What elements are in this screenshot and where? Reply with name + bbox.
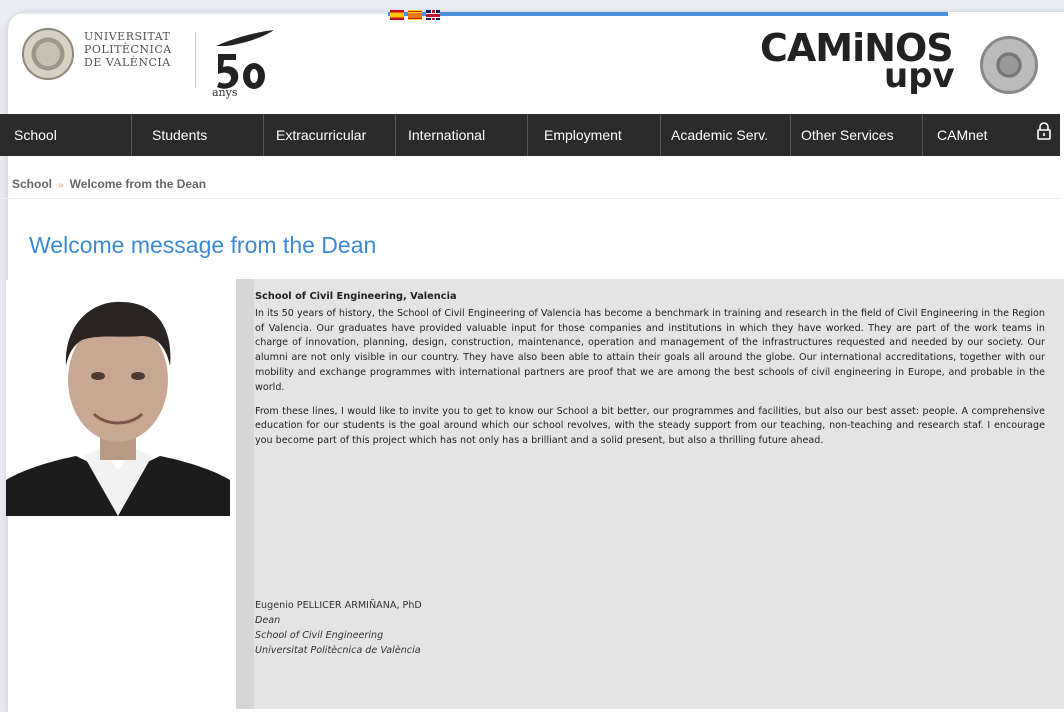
upv-name-line: UNIVERSITAT bbox=[84, 30, 171, 43]
message-body: School of Civil Engineering, Valencia In… bbox=[255, 290, 1045, 458]
nav-item-other-services[interactable]: Other Services bbox=[791, 114, 923, 156]
flag-valencia-icon[interactable] bbox=[408, 10, 422, 20]
flag-spain-icon[interactable] bbox=[390, 10, 404, 20]
upv-name: UNIVERSITAT POLITÈCNICA DE VALÈNCIA bbox=[84, 30, 204, 69]
anniversary-label: anys bbox=[212, 86, 238, 99]
signature-university: Universitat Politècnica de València bbox=[255, 645, 421, 656]
breadcrumb-separator: » bbox=[58, 180, 64, 191]
flag-uk-icon[interactable] bbox=[426, 10, 440, 20]
main-nav: School Students Extracurricular Internat… bbox=[0, 114, 1060, 156]
nav-item-international[interactable]: International bbox=[396, 114, 528, 156]
top-accent-bar bbox=[388, 12, 948, 16]
header-divider bbox=[195, 32, 196, 88]
caminos-upv-text: upv bbox=[884, 56, 955, 96]
breadcrumb-divider bbox=[0, 198, 1060, 199]
message-paragraph: In its 50 years of history, the School o… bbox=[255, 307, 1045, 393]
top-border bbox=[8, 12, 388, 14]
signature-name: Eugenio PELLICER ARMIÑANA, PhD bbox=[255, 600, 422, 611]
caminos-crest-icon bbox=[980, 36, 1038, 94]
upv-name-line: POLITÈCNICA bbox=[84, 43, 172, 56]
dean-photo bbox=[6, 280, 230, 516]
signature-role: Dean bbox=[255, 615, 281, 626]
upv-name-line: DE VALÈNCIA bbox=[84, 56, 171, 69]
breadcrumb: School » Welcome from the Dean bbox=[12, 177, 206, 191]
page-title: Welcome message from the Dean bbox=[29, 232, 377, 258]
signature-block: Eugenio PELLICER ARMIÑANA, PhD Dean Scho… bbox=[255, 598, 422, 658]
nav-item-employment[interactable]: Employment bbox=[528, 114, 661, 156]
nav-item-extracurricular[interactable]: Extracurricular bbox=[264, 114, 396, 156]
lock-icon[interactable] bbox=[1037, 122, 1051, 140]
breadcrumb-link-school[interactable]: School bbox=[12, 177, 52, 191]
message-paragraph: From these lines, I would like to invite… bbox=[255, 405, 1045, 447]
upv-seal-icon bbox=[22, 28, 74, 80]
message-heading: School of Civil Engineering, Valencia bbox=[255, 291, 457, 302]
nav-item-academic-services[interactable]: Academic Serv. bbox=[661, 114, 791, 156]
nav-item-camnet[interactable]: CAMnet bbox=[923, 114, 1023, 156]
nav-item-school[interactable]: School bbox=[0, 114, 132, 156]
language-selector bbox=[390, 10, 440, 20]
nav-item-students[interactable]: Students bbox=[132, 114, 264, 156]
signature-school: School of Civil Engineering bbox=[255, 630, 384, 641]
breadcrumb-current: Welcome from the Dean bbox=[69, 177, 207, 191]
